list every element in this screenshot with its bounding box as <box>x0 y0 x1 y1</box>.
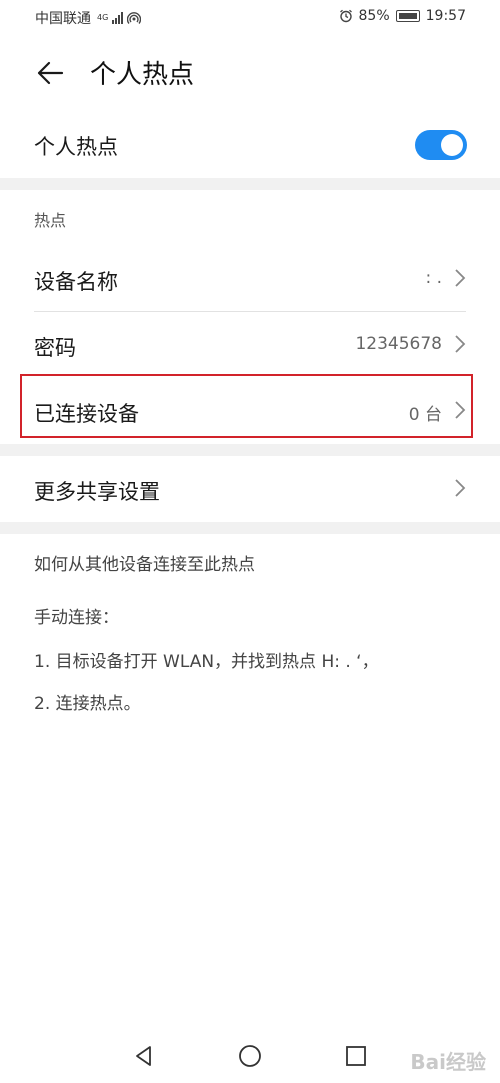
chevron-right-icon <box>455 479 466 497</box>
section-divider <box>0 444 500 456</box>
network-type: 4G <box>97 13 109 22</box>
password-value: 12345678 <box>355 334 442 354</box>
back-arrow-icon[interactable] <box>35 58 65 88</box>
section-label-hotspot: 热点 <box>34 211 67 230</box>
help-title: 如何从其他设备连接至此热点 <box>34 555 255 575</box>
signal-icon <box>112 12 124 24</box>
chevron-right-icon <box>455 335 466 353</box>
nav-home-icon[interactable] <box>238 1044 262 1068</box>
list-item-device-name[interactable]: 设备名称 : . <box>0 246 500 312</box>
battery-icon <box>395 10 420 22</box>
chevron-right-icon <box>455 269 466 287</box>
help-step-2: 2. 连接热点。 <box>34 694 141 714</box>
help-manual-heading: 手动连接： <box>34 608 119 628</box>
highlight-annotation-box <box>20 374 473 438</box>
page-title: 个人热点 <box>90 60 195 90</box>
status-bar: 中国联通 4G 85% 19:57 <box>0 0 500 34</box>
watermark-logo: Bai经验 <box>410 1050 486 1074</box>
hotspot-toggle-row[interactable]: 个人热点 <box>0 112 500 178</box>
help-step-1: 1. 目标设备打开 WLAN，并找到热点 H: . ‘， <box>34 652 379 672</box>
list-item-more-sharing-settings[interactable]: 更多共享设置 <box>0 456 500 522</box>
device-name-label: 设备名称 <box>34 270 118 294</box>
toggle-knob <box>441 134 463 156</box>
list-item-password[interactable]: 密码 12345678 <box>0 312 500 378</box>
clock: 19:57 <box>425 8 466 24</box>
password-label: 密码 <box>34 336 76 360</box>
status-right: 85% 19:57 <box>339 8 466 24</box>
alarm-icon <box>339 9 352 23</box>
carrier-name: 中国联通 <box>35 11 91 27</box>
hotspot-toggle-label: 个人热点 <box>34 135 118 159</box>
more-settings-label: 更多共享设置 <box>34 480 160 504</box>
hotspot-status-icon <box>127 12 142 24</box>
device-name-value: : . <box>425 268 442 288</box>
app-header: 个人热点 <box>0 40 500 106</box>
section-divider <box>0 522 500 534</box>
status-left: 中国联通 4G <box>35 8 142 28</box>
hotspot-toggle-switch[interactable] <box>415 130 467 160</box>
nav-recents-icon[interactable] <box>344 1044 368 1068</box>
section-divider <box>0 178 500 190</box>
nav-back-icon[interactable] <box>132 1044 156 1068</box>
battery-percent: 85% <box>358 8 390 24</box>
